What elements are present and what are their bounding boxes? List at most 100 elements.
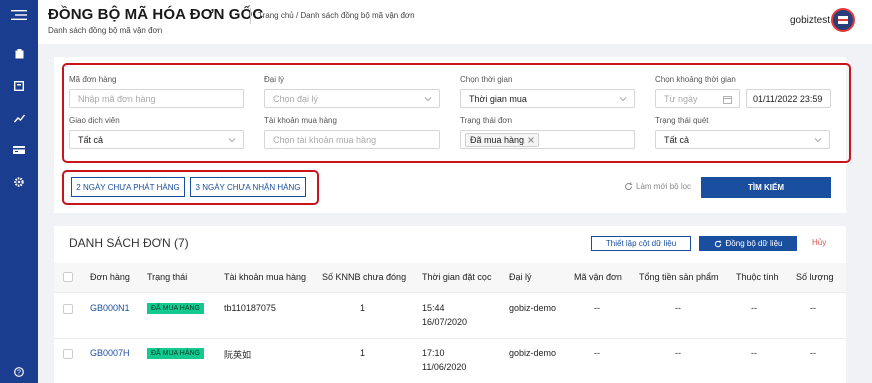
- total-cell: --: [675, 303, 681, 313]
- search-button[interactable]: TÌM KIẾM: [701, 177, 831, 198]
- reset-filter-label: Làm mới bộ lọc: [636, 182, 692, 191]
- chevron-down-icon: [814, 138, 822, 143]
- top-header: ĐỒNG BỘ MÃ HÓA ĐƠN GỐC Danh sách đồng bộ…: [38, 0, 872, 44]
- col-order[interactable]: Đơn hàng: [90, 272, 130, 282]
- reset-filter-link[interactable]: Làm mới bộ lọc: [624, 182, 691, 191]
- date-from-input[interactable]: Từ ngày: [655, 89, 740, 108]
- cancel-link[interactable]: Hủy: [812, 238, 826, 247]
- account-select[interactable]: Chọn tài khoản mua hàng: [264, 130, 440, 149]
- waybill-cell: --: [594, 303, 600, 313]
- agent-label: Đại lý: [264, 75, 285, 84]
- col-deposit-time[interactable]: Thời gian đặt cọc: [422, 272, 491, 282]
- order-status-label: Trạng thái đơn: [460, 116, 513, 125]
- col-knnb[interactable]: Số KNNB chưa đóng: [322, 272, 406, 282]
- attributes-cell: --: [751, 303, 757, 313]
- status-badge: ĐÃ MUA HÀNG: [147, 348, 205, 359]
- avatar[interactable]: [831, 8, 855, 32]
- col-waybill[interactable]: Mã vận đơn: [574, 272, 622, 282]
- breadcrumb-current: Danh sách đồng bộ mã vận đơn: [300, 11, 415, 20]
- chevron-down-icon: [619, 97, 627, 102]
- order-link[interactable]: GB0007H: [90, 348, 130, 358]
- sync-data-button[interactable]: Đồng bộ dữ liệu: [699, 236, 797, 251]
- refresh-icon: [625, 182, 633, 191]
- time-type-select[interactable]: Thời gian mua: [460, 89, 635, 108]
- agent-cell: gobiz-demo: [509, 348, 557, 358]
- col-status[interactable]: Trạng thái: [147, 272, 187, 282]
- order-status-select[interactable]: Đã mua hàng: [460, 130, 635, 149]
- sync-icon: [714, 239, 721, 247]
- account-cell: tb110187075: [224, 303, 276, 313]
- account-cell: 阮英如: [224, 350, 252, 360]
- help-icon[interactable]: ?: [0, 364, 38, 380]
- time-type-label: Chọn thời gian: [460, 75, 513, 84]
- trader-value: Tất cả: [78, 134, 104, 145]
- sync-data-label: Đồng bộ dữ liệu: [725, 239, 783, 248]
- chart-icon[interactable]: [0, 110, 38, 126]
- close-icon[interactable]: [528, 136, 534, 143]
- select-all-checkbox[interactable]: [63, 272, 73, 282]
- status-badge: ĐÃ MUA HÀNG: [147, 303, 205, 314]
- knnb-cell: 1: [360, 303, 366, 313]
- card-icon[interactable]: [0, 142, 38, 158]
- attributes-cell: --: [751, 348, 757, 358]
- breadcrumb-home[interactable]: Trang chủ: [258, 11, 294, 20]
- time-range-label: Chọn khoảng thời gian: [655, 75, 736, 84]
- row-checkbox[interactable]: [63, 349, 73, 359]
- box-icon[interactable]: [0, 78, 38, 94]
- breadcrumb: Trang chủ / Danh sách đồng bộ mã vận đơn: [258, 11, 415, 20]
- status-tag[interactable]: Đã mua hàng: [465, 132, 540, 147]
- list-title: DANH SÁCH ĐƠN (7): [69, 236, 189, 250]
- col-total[interactable]: Tổng tiền sản phẩm: [639, 272, 719, 282]
- order-code-label: Mã đơn hàng: [69, 75, 117, 84]
- account-label: Tài khoản mua hàng: [264, 116, 337, 125]
- deposit-date-cell: 11/06/2020: [422, 362, 467, 372]
- account-placeholder: Chọn tài khoản mua hàng: [273, 134, 377, 145]
- agent-select[interactable]: Chọn đại lý: [264, 89, 440, 108]
- menu-icon[interactable]: [0, 4, 38, 26]
- time-type-value: Thời gian mua: [469, 93, 527, 104]
- order-link[interactable]: GB000N1: [90, 303, 130, 313]
- row-divider: [54, 292, 846, 293]
- agent-placeholder: Chọn đại lý: [273, 93, 319, 104]
- chevron-down-icon: [424, 97, 432, 102]
- date-to-input[interactable]: 01/11/2022 23:59: [746, 89, 831, 108]
- total-cell: --: [675, 348, 681, 358]
- quantity-cell: --: [810, 348, 816, 358]
- page-title: ĐỒNG BỘ MÃ HÓA ĐƠN GỐC: [48, 6, 264, 23]
- clipboard-icon[interactable]: [0, 46, 38, 62]
- deposit-date-cell: 16/07/2020: [422, 317, 468, 327]
- status-tag-label: Đã mua hàng: [470, 134, 525, 145]
- username[interactable]: gobiztest: [790, 15, 830, 26]
- trader-label: Giao dịch viên: [69, 116, 120, 125]
- setup-columns-button[interactable]: Thiết lập cột dữ liệu: [591, 236, 691, 251]
- gear-icon[interactable]: [0, 174, 38, 190]
- not-received-button[interactable]: 3 NGÀY CHƯA NHẬN HÀNG: [190, 177, 306, 197]
- col-quantity[interactable]: Số lượng: [796, 272, 833, 282]
- row-divider: [54, 338, 846, 339]
- order-code-input[interactable]: Nhập mã đơn hàng: [69, 89, 244, 108]
- col-agent[interactable]: Đại lý: [509, 272, 532, 282]
- agent-cell: gobiz-demo: [509, 303, 557, 313]
- deposit-time-cell: 17:10: [422, 348, 445, 358]
- row-checkbox[interactable]: [63, 304, 73, 314]
- waybill-cell: --: [594, 348, 600, 358]
- calendar-icon: [723, 96, 732, 104]
- scan-status-select[interactable]: Tất cả: [655, 130, 830, 149]
- col-account[interactable]: Tài khoản mua hàng: [224, 272, 306, 282]
- svg-text:?: ?: [17, 370, 21, 377]
- date-to-value: 01/11/2022 23:59: [753, 93, 823, 104]
- not-shipped-button[interactable]: 2 NGÀY CHƯA PHÁT HÀNG: [71, 177, 185, 197]
- col-attributes[interactable]: Thuộc tính: [736, 272, 779, 282]
- sidebar: ?: [0, 0, 38, 383]
- scan-status-value: Tất cả: [664, 134, 690, 145]
- page-subtitle: Danh sách đồng bộ mã vận đơn: [48, 26, 163, 35]
- chevron-down-icon: [228, 138, 236, 143]
- trader-select[interactable]: Tất cả: [69, 130, 244, 149]
- header-divider: [250, 8, 251, 24]
- knnb-cell: 1: [360, 348, 366, 358]
- deposit-time-cell: 15:44: [422, 303, 445, 313]
- quantity-cell: --: [810, 303, 816, 313]
- scan-status-label: Trạng thái quét: [655, 116, 709, 125]
- date-from-placeholder: Từ ngày: [664, 93, 698, 104]
- order-code-placeholder: Nhập mã đơn hàng: [78, 93, 156, 104]
